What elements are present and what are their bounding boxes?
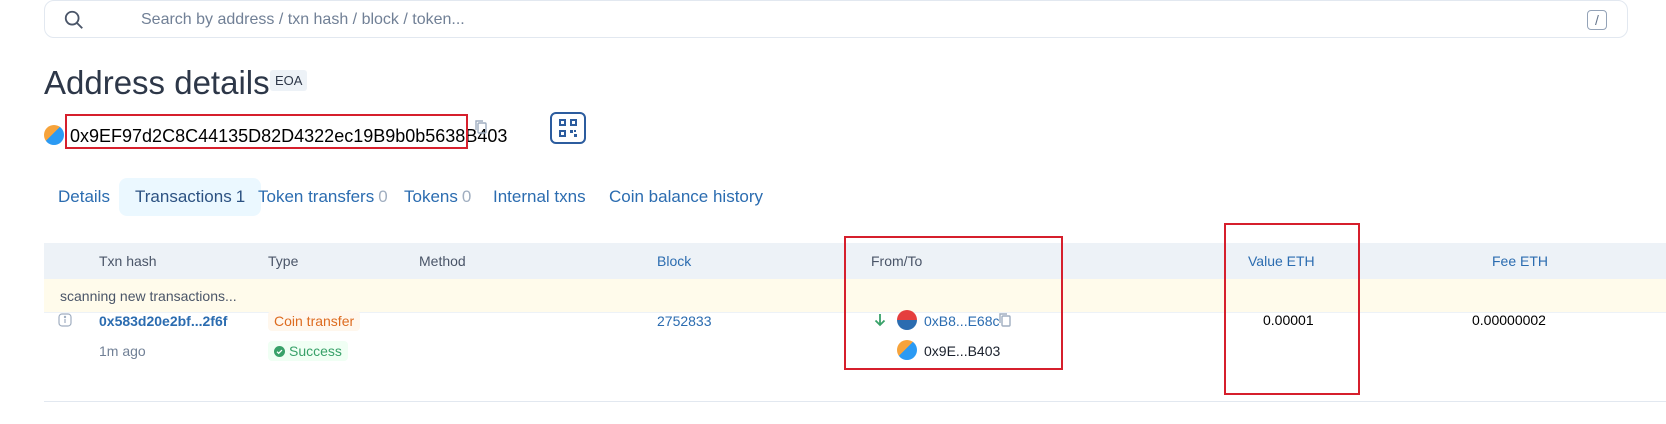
highlight-box-address [65, 114, 468, 149]
tab-token-transfers[interactable]: Token transfers 0 [242, 178, 404, 216]
type-badge: Coin transfer [268, 311, 361, 331]
header-method: Method [419, 253, 466, 269]
tab-coin-balance-history[interactable]: Coin balance history [593, 178, 779, 216]
search-icon [64, 10, 83, 29]
page-title: Address details [44, 64, 270, 101]
eoa-badge: EOA [270, 70, 308, 91]
txn-hash-link[interactable]: 0x583d20e2bf...2f6f [99, 313, 227, 329]
header-fee[interactable]: Fee ETH [1492, 253, 1548, 269]
info-icon[interactable] [58, 313, 72, 327]
tab-internal-txns[interactable]: Internal txns [477, 178, 602, 216]
txn-age: 1m ago [99, 343, 146, 359]
copy-icon[interactable] [474, 119, 488, 135]
block-link[interactable]: 2752833 [657, 313, 712, 329]
tab-tokens[interactable]: Tokens 0 [388, 178, 487, 216]
header-txn-hash: Txn hash [99, 253, 157, 269]
header-block[interactable]: Block [657, 253, 691, 269]
highlight-box-from-to [844, 236, 1063, 370]
search-bar[interactable]: / [44, 0, 1628, 38]
fee-eth: 0.00000002 [1472, 312, 1546, 328]
status-badge: Success [268, 341, 348, 361]
highlight-box-value [1224, 223, 1360, 395]
tab-details[interactable]: Details [42, 178, 126, 216]
check-circle-icon [274, 345, 285, 357]
header-type: Type [268, 253, 299, 269]
qr-code-button[interactable] [550, 112, 586, 144]
qr-code-icon [559, 119, 577, 137]
slash-key-icon: / [1587, 10, 1607, 30]
address-avatar [44, 125, 64, 145]
tab-transactions[interactable]: Transactions 1 [119, 178, 262, 216]
search-input[interactable] [141, 9, 1541, 31]
